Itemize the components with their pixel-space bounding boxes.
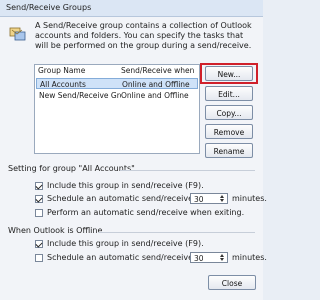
- section-divider: [120, 170, 255, 171]
- title-bar: Send/Receive Groups: [0, 0, 263, 17]
- offline-group-title: When Outlook is Offline: [8, 226, 103, 235]
- schedule-minutes-value[interactable]: 30: [194, 195, 204, 204]
- exit-label: Perform an automatic send/receive when e…: [47, 208, 245, 217]
- column-header-group-name[interactable]: Group Name: [38, 66, 85, 75]
- send-receive-when-cell: Online and Offline: [121, 91, 189, 100]
- spin-up-icon[interactable]: [220, 195, 224, 198]
- edit-button[interactable]: Edit...: [205, 86, 253, 101]
- new-button[interactable]: New...: [205, 66, 253, 81]
- include-group-checkbox[interactable]: [35, 182, 43, 190]
- dialog-description: A Send/Receive group contains a collecti…: [35, 21, 252, 50]
- send-receive-group-list[interactable]: Group Name Send/Receive when All Account…: [34, 64, 200, 154]
- minutes-label: minutes.: [232, 194, 267, 203]
- send-receive-when-cell: Online and Offline: [122, 80, 190, 89]
- list-row-new-group[interactable]: New Send/Receive Group... Online and Off…: [36, 90, 198, 101]
- remove-button[interactable]: Remove: [205, 124, 253, 139]
- group-name-cell: New Send/Receive Group...: [39, 91, 121, 100]
- spin-down-icon[interactable]: [220, 258, 224, 261]
- list-header: Group Name Send/Receive when: [35, 65, 199, 76]
- column-header-send-receive-when[interactable]: Send/Receive when: [121, 66, 194, 75]
- offline-include-label: Include this group in send/receive (F9).: [47, 239, 204, 248]
- send-receive-group-icon: [9, 25, 27, 43]
- list-row-all-accounts[interactable]: All Accounts Online and Offline: [36, 78, 198, 89]
- offline-minutes-spinner[interactable]: 30: [190, 252, 228, 263]
- window-title: Send/Receive Groups: [6, 3, 92, 12]
- spin-down-icon[interactable]: [220, 199, 224, 202]
- setting-group-title: Setting for group "All Accounts": [8, 164, 135, 173]
- spinner-arrows[interactable]: [218, 254, 226, 262]
- group-name-cell: All Accounts: [40, 80, 86, 89]
- offline-schedule-checkbox[interactable]: [35, 254, 43, 262]
- rename-button[interactable]: Rename: [205, 143, 253, 158]
- offline-minutes-value[interactable]: 30: [194, 254, 204, 263]
- offline-include-checkbox[interactable]: [35, 240, 43, 248]
- offline-minutes-label: minutes.: [232, 253, 267, 262]
- spin-up-icon[interactable]: [220, 254, 224, 257]
- schedule-checkbox[interactable]: [35, 195, 43, 203]
- exit-checkbox[interactable]: [35, 209, 43, 217]
- section-divider: [98, 232, 255, 233]
- schedule-minutes-spinner[interactable]: 30: [190, 193, 228, 204]
- copy-button[interactable]: Copy...: [205, 105, 253, 120]
- close-button[interactable]: Close: [208, 275, 256, 290]
- include-group-label: Include this group in send/receive (F9).: [47, 181, 204, 190]
- spinner-arrows[interactable]: [218, 195, 226, 203]
